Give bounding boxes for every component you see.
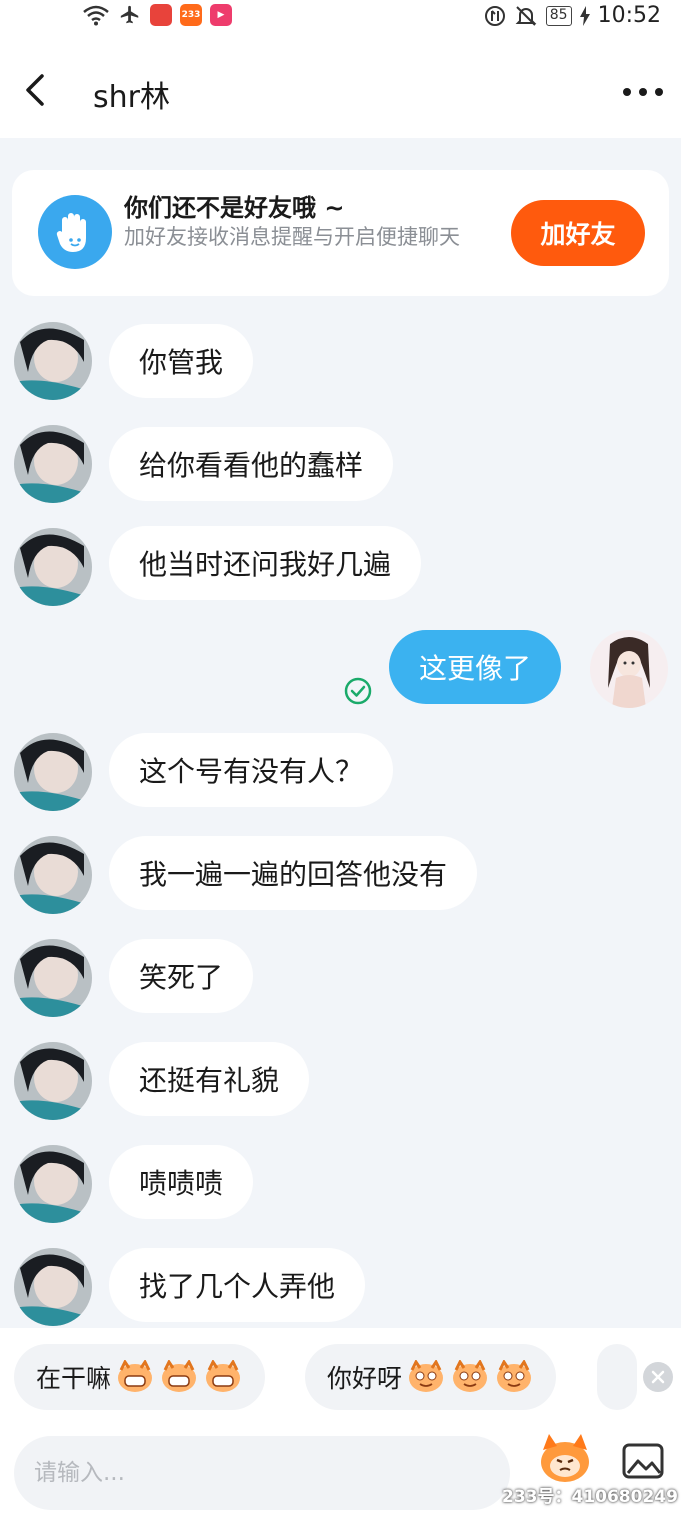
smile-emoji-icon (497, 1360, 532, 1392)
contact-avatar[interactable] (14, 836, 92, 914)
wifi-icon (83, 5, 109, 26)
quick-reply-label: 你好呀 (327, 1364, 403, 1393)
shopping-app-icon (150, 4, 172, 26)
more-dot-icon (623, 88, 631, 96)
message-bubble-self[interactable]: 这更像了 (389, 630, 562, 704)
contact-avatar[interactable] (14, 425, 92, 503)
clock: 10:52 (597, 3, 661, 28)
not-friends-banner: 你们还不是好友哦 ~ 加好友接收消息提醒与开启便捷聊天 加好友 (12, 170, 669, 296)
contact-avatar[interactable] (14, 939, 92, 1017)
read-check-icon (343, 676, 373, 706)
video-app-icon: ▶ (210, 4, 232, 26)
add-friend-button[interactable]: 加好友 (511, 200, 645, 266)
message-bubble[interactable]: 给你看看他的蠢样 (109, 427, 394, 501)
message-bubble[interactable]: 啧啧啧 (109, 1145, 254, 1219)
more-dot-icon (655, 88, 663, 96)
mute-bell-icon (515, 5, 537, 26)
my-avatar[interactable] (590, 630, 668, 708)
wave-hand-icon (38, 195, 112, 269)
message-bubble[interactable]: 找了几个人弄他 (109, 1248, 366, 1322)
sticker-button[interactable] (535, 1428, 595, 1488)
image-icon (622, 1443, 664, 1479)
message-bubble[interactable]: 你管我 (109, 324, 254, 398)
contact-avatar[interactable] (14, 1248, 92, 1326)
contact-avatar[interactable] (14, 528, 92, 606)
message-bubble[interactable]: 笑死了 (109, 939, 254, 1013)
message-bubble[interactable]: 他当时还问我好几遍 (109, 526, 422, 600)
watermark: 233号：410680249 (502, 1487, 678, 1507)
grin-emoji-icon (162, 1360, 197, 1392)
more-options-button[interactable] (623, 82, 663, 102)
airplane-mode-icon (120, 5, 139, 24)
message-bubble[interactable]: 还挺有礼貌 (109, 1042, 310, 1116)
status-bar: 233 ▶ 85 10:52 (0, 0, 681, 34)
message-input[interactable] (14, 1436, 510, 1510)
quick-reply-label: 在干嘛 (36, 1364, 112, 1393)
message-bubble[interactable]: 我一遍一遍的回答他没有 (109, 836, 478, 910)
smile-emoji-icon (409, 1360, 444, 1392)
battery-level: 85 (545, 5, 572, 26)
close-quick-replies-button[interactable] (643, 1362, 673, 1392)
more-dot-icon (639, 88, 647, 96)
message-bubble[interactable]: 这个号有没有人？ (109, 733, 394, 807)
grin-emoji-icon (118, 1360, 153, 1392)
contact-avatar[interactable] (14, 322, 92, 400)
quick-reply-chip[interactable]: 在干嘛 (14, 1344, 266, 1410)
status-left: 233 ▶ (82, 4, 232, 26)
image-button[interactable] (621, 1440, 665, 1482)
game-center-icon: 233 (180, 4, 202, 26)
grin-emoji-icon (206, 1360, 241, 1392)
status-right: 85 10:52 (484, 3, 661, 28)
quick-reply-chip-overflow[interactable] (597, 1344, 637, 1410)
charging-bolt-icon (579, 5, 590, 26)
close-icon (651, 1370, 665, 1384)
back-button[interactable] (18, 70, 54, 110)
banner-title: 你们还不是好友哦 ~ (124, 194, 345, 222)
contact-avatar[interactable] (14, 1145, 92, 1223)
chat-title: shr林 (93, 80, 170, 115)
smile-emoji-icon (453, 1360, 488, 1392)
banner-description: 加好友接收消息提醒与开启便捷聊天 (124, 225, 460, 249)
contact-avatar[interactable] (14, 733, 92, 811)
quick-reply-chip[interactable]: 你好呀 (305, 1344, 557, 1410)
data-saver-icon (484, 5, 505, 26)
chat-header: shr林 (0, 34, 681, 138)
chevron-left-icon (26, 74, 44, 106)
contact-avatar[interactable] (14, 1042, 92, 1120)
mascot-sticker-icon (541, 1434, 589, 1482)
message-list[interactable]: 你管我 给你看看他的蠢样 他当时还问我好几遍 这更像了 这个号有没有人？ 我一遍… (0, 300, 681, 1328)
